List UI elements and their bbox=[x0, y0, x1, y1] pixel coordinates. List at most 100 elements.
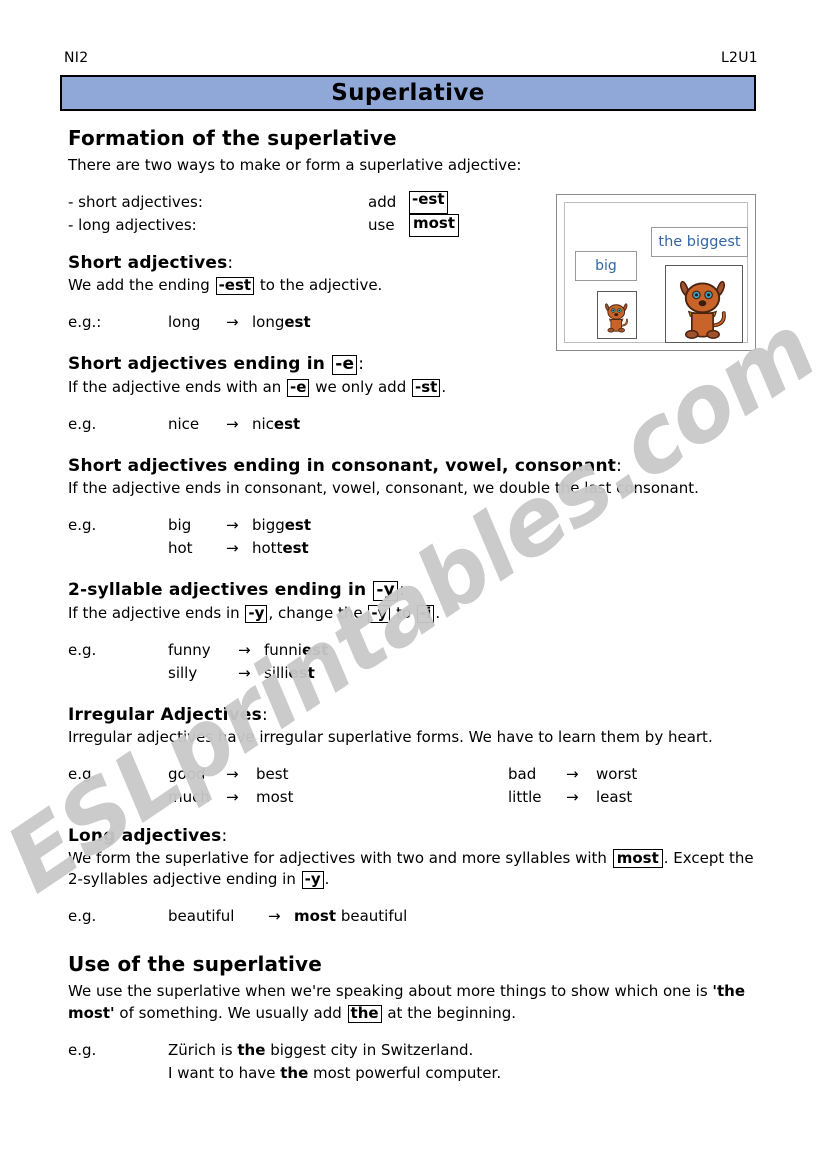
ending-e-rule-part2: we only add bbox=[310, 378, 411, 397]
example-result: hottest bbox=[252, 537, 758, 560]
sentence-part1: Zürich is bbox=[168, 1040, 238, 1059]
example-result: least bbox=[596, 788, 633, 807]
example-label: e.g.: bbox=[68, 313, 102, 331]
example-row: e.g. funny → funniest bbox=[68, 639, 758, 662]
example-result: best bbox=[256, 765, 289, 784]
section-heading-formation: Formation of the superlative bbox=[68, 126, 397, 150]
long-rule-part3: . bbox=[324, 870, 330, 889]
dog-icon bbox=[679, 280, 726, 339]
example-base: big bbox=[168, 515, 192, 534]
sentence-part2: biggest city in Switzerland. bbox=[265, 1040, 474, 1059]
table-row: much → most bbox=[68, 786, 508, 809]
short-adjectives-heading-colon: : bbox=[227, 253, 234, 274]
irregular-rule: Irregular adjectives have irregular supe… bbox=[68, 728, 713, 747]
example-row: silly → silliest bbox=[68, 662, 758, 685]
example-result-stem: long bbox=[252, 313, 285, 331]
arrow-icon: → bbox=[566, 788, 579, 807]
long-rule-token2: -y bbox=[301, 871, 324, 890]
example-base: beautiful bbox=[168, 907, 235, 926]
ending-e-heading-colon: : bbox=[358, 354, 365, 375]
ending-e-rule-token1: -e bbox=[287, 379, 310, 397]
example-result-suffix: est bbox=[288, 664, 315, 683]
sentence-part2: most powerful computer. bbox=[308, 1064, 502, 1083]
short-rule-part1: We add the ending bbox=[68, 276, 215, 295]
arrow-icon: → bbox=[226, 313, 239, 331]
arrow-icon: → bbox=[226, 788, 239, 807]
two-syllable-heading-colon: : bbox=[398, 580, 405, 601]
example-row: e.g. Zürich is the biggest city in Switz… bbox=[68, 1039, 758, 1062]
example-result-suffix: est bbox=[301, 640, 329, 659]
two-syllable-rule-token1: -y bbox=[245, 605, 268, 623]
arrow-icon: → bbox=[566, 765, 579, 784]
formation-rule-verb: add bbox=[368, 192, 397, 211]
example-base: much bbox=[168, 788, 210, 807]
use-rule-token1: the bbox=[347, 1005, 382, 1023]
header-left-code: NI2 bbox=[64, 50, 89, 66]
example-result-suffix: est bbox=[284, 515, 312, 534]
example-label: e.g. bbox=[68, 907, 97, 926]
ending-e-rule-token2: -st bbox=[412, 379, 441, 397]
long-rule-token1: most bbox=[612, 848, 663, 869]
short-rule-part2: to the adjective. bbox=[255, 276, 383, 295]
use-examples: e.g. Zürich is the biggest city in Switz… bbox=[68, 1039, 758, 1086]
section-heading-use: Use of the superlative bbox=[68, 952, 323, 977]
illustration-panel: big the biggest bbox=[556, 194, 756, 351]
formation-rule-verb: use bbox=[368, 216, 395, 234]
illustration-label-biggest: the biggest bbox=[651, 227, 748, 257]
section-heading-long-adjectives: Long adjectives: bbox=[68, 826, 758, 846]
section-heading-cvc: Short adjectives ending in consonant, vo… bbox=[68, 456, 758, 476]
example-label-empty bbox=[68, 786, 168, 809]
long-adjectives-rule: We form the superlative for adjectives w… bbox=[68, 848, 758, 892]
example-base: good bbox=[168, 765, 206, 784]
arrow-icon: → bbox=[268, 907, 281, 926]
sentence-bold: the bbox=[237, 1040, 266, 1059]
two-syllable-examples: e.g. funny → funniest silly → silliest bbox=[68, 639, 758, 686]
example-result-suffix: est bbox=[284, 313, 311, 331]
small-dog-picture bbox=[597, 291, 637, 339]
use-rule-part2: of something. We usually add bbox=[114, 1004, 347, 1023]
cvc-heading-colon: : bbox=[616, 456, 623, 477]
example-result-stem: nic bbox=[252, 414, 274, 433]
example-result-suffix: est bbox=[282, 539, 309, 558]
example-row: e.g. big → biggest bbox=[68, 514, 758, 537]
header-right-code: L2U1 bbox=[720, 50, 758, 66]
arrow-icon: → bbox=[238, 664, 251, 683]
example-row: e.g. nice → nicest bbox=[68, 413, 758, 436]
illustration-label-big-text: big bbox=[595, 258, 617, 274]
example-base: silly bbox=[168, 664, 198, 683]
example-result-stem: bigg bbox=[252, 515, 285, 534]
dog-icon bbox=[604, 303, 628, 333]
two-syllable-rule-part1: If the adjective ends in bbox=[68, 604, 245, 623]
section-heading-two-syllable-y: 2-syllable adjectives ending in -y: bbox=[68, 580, 758, 602]
irregular-heading-text: Irregular Adjectives bbox=[68, 705, 262, 726]
example-result-stem: beautiful bbox=[336, 907, 408, 926]
two-syllable-rule-part2: , change the bbox=[268, 604, 368, 623]
arrow-icon: → bbox=[226, 539, 239, 558]
long-adjectives-heading-colon: : bbox=[221, 825, 228, 846]
large-dog-picture bbox=[665, 265, 743, 343]
table-row: little → least bbox=[508, 786, 758, 809]
example-base: long bbox=[168, 313, 201, 331]
use-rule-part1: We use the superlative when we're speaki… bbox=[68, 982, 713, 1001]
long-adjectives-heading-text: Long adjectives bbox=[68, 825, 222, 846]
example-result-prefix: most bbox=[294, 907, 337, 926]
example-result: funniest bbox=[264, 639, 758, 662]
example-label: e.g. bbox=[68, 640, 97, 659]
two-syllable-rule-part3: to bbox=[391, 604, 416, 623]
formation-rule-token: -est bbox=[409, 190, 448, 214]
page-header: NI2 L2U1 bbox=[64, 50, 758, 66]
table-row: bad → worst bbox=[508, 763, 758, 786]
example-result: most bbox=[256, 788, 294, 807]
example-row: I want to have the most powerful compute… bbox=[68, 1062, 758, 1085]
example-label: e.g. bbox=[68, 1040, 97, 1059]
arrow-icon: → bbox=[226, 765, 239, 784]
formation-rule-token: most bbox=[409, 214, 460, 238]
two-syllable-rule-token3: -i bbox=[416, 605, 435, 623]
two-syllable-heading-token: -y bbox=[373, 581, 398, 602]
ending-e-examples: e.g. nice → nicest bbox=[68, 413, 758, 436]
example-label: e.g. bbox=[68, 515, 97, 534]
example-sentence: Zürich is the biggest city in Switzerlan… bbox=[168, 1039, 758, 1062]
example-label-empty bbox=[68, 662, 168, 685]
ending-e-rule-part3: . bbox=[441, 378, 447, 397]
example-result-stem: funni bbox=[264, 640, 302, 659]
